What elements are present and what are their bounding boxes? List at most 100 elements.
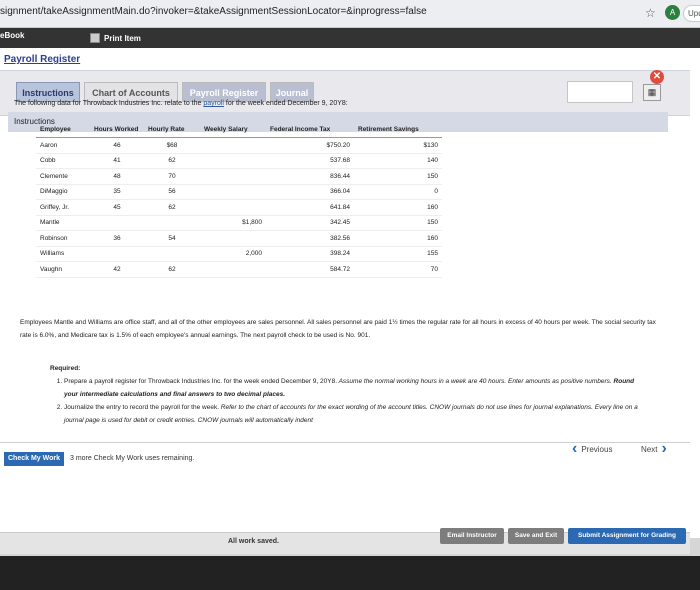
payroll-data-table: Employee Hours Worked Hourly Rate Weekly…	[36, 126, 442, 278]
cell: 584.72	[266, 261, 354, 278]
table-row: Griffey, Jr. 45 62 641.84 160	[36, 199, 442, 216]
cell: 70	[144, 168, 200, 185]
cell: 836.44	[266, 168, 354, 185]
tab-payroll-register[interactable]: Payroll Register	[182, 82, 266, 102]
cell: $750.20	[266, 137, 354, 154]
profile-avatar[interactable]: A	[665, 5, 680, 20]
required-item-2: Journalize the entry to record the payro…	[64, 401, 640, 427]
table-row: Mantle $1,800 342.45 150	[36, 215, 442, 231]
col-federal-income-tax: Federal Income Tax	[266, 126, 354, 138]
cell: Williams	[36, 246, 90, 262]
cell: 62	[144, 199, 200, 216]
cell: 42	[90, 261, 144, 278]
cell: 48	[90, 168, 144, 185]
required-title: Required:	[50, 365, 81, 372]
intro-before: The following data for Throwback Industr…	[14, 100, 204, 107]
chevron-left-icon: ‹	[572, 440, 578, 457]
cell: Griffey, Jr.	[36, 199, 90, 216]
cell	[200, 153, 266, 169]
required-list: Prepare a payroll register for Throwback…	[64, 375, 640, 427]
item2-plain: Journalize the entry to record the payro…	[64, 404, 219, 411]
table-header-row: Employee Hours Worked Hourly Rate Weekly…	[36, 126, 442, 138]
section-title: Instructions	[14, 117, 55, 126]
table-row: Robinson 36 54 382.56 160	[36, 230, 442, 247]
tab-journal[interactable]: Journal	[270, 82, 314, 102]
cell	[90, 246, 144, 262]
cell: 641.84	[266, 199, 354, 216]
next-button[interactable]: Next ›	[641, 441, 667, 457]
table-row: Aaron 46 $68 $750.20 $130	[36, 137, 442, 154]
cell: 36	[90, 230, 144, 247]
cell: 150	[354, 168, 442, 185]
tab-chart-of-accounts[interactable]: Chart of Accounts	[84, 82, 178, 102]
col-weekly-salary: Weekly Salary	[200, 126, 266, 138]
cell	[200, 184, 266, 200]
table-row: Cobb 41 62 537.68 140	[36, 153, 442, 169]
employee-notes-paragraph: Employees Mantle and Williams are office…	[20, 319, 656, 339]
payroll-link[interactable]: payroll	[203, 100, 224, 107]
cell: 56	[144, 184, 200, 200]
cell: 342.45	[266, 215, 354, 231]
table-row: Vaughn 42 62 584.72 70	[36, 261, 442, 278]
cell: 160	[354, 199, 442, 216]
cell: 2,000	[200, 246, 266, 262]
cell	[200, 137, 266, 154]
col-hourly-rate: Hourly Rate	[144, 126, 200, 138]
intro-text: The following data for Throwback Industr…	[14, 100, 348, 107]
cell: 62	[144, 153, 200, 169]
browser-url-bar: signment/takeAssignmentMain.do?invoker=&…	[0, 0, 700, 28]
cell: 382.56	[266, 230, 354, 247]
bookmark-star-icon[interactable]: ☆	[645, 6, 656, 20]
cell: Vaughn	[36, 261, 90, 278]
bottom-edge-strip	[0, 556, 700, 590]
table-row: Clemente 48 70 836.44 150	[36, 168, 442, 185]
col-hours-worked: Hours Worked	[90, 126, 144, 138]
submit-assignment-button[interactable]: Submit Assignment for Grading	[568, 528, 686, 544]
app-toolbar: eBook Print Item	[0, 28, 700, 48]
cell: 46	[90, 137, 144, 154]
chevron-right-icon: ›	[661, 440, 667, 457]
cell: 54	[144, 230, 200, 247]
cell: 150	[354, 215, 442, 231]
save-and-exit-button[interactable]: Save and Exit	[508, 528, 564, 544]
tab-instructions[interactable]: Instructions	[16, 82, 80, 102]
cell: 366.04	[266, 184, 354, 200]
item1-italic: Assume the normal working hours in a wee…	[337, 378, 614, 385]
print-item-button[interactable]: Print Item	[90, 30, 141, 46]
cell: 0	[354, 184, 442, 200]
cell: 35	[90, 184, 144, 200]
cell	[144, 215, 200, 231]
cell: Robinson	[36, 230, 90, 247]
ebook-link[interactable]: eBook	[0, 31, 24, 40]
cell	[200, 168, 266, 185]
email-instructor-button[interactable]: Email Instructor	[440, 528, 504, 544]
col-retirement-savings: Retirement Savings	[354, 126, 442, 138]
cell: 398.24	[266, 246, 354, 262]
cell: 537.68	[266, 153, 354, 169]
previous-label: Previous	[581, 444, 613, 454]
required-item-1: Prepare a payroll register for Throwback…	[64, 375, 640, 401]
cell	[200, 230, 266, 247]
previous-button[interactable]: ‹ Previous	[572, 441, 612, 457]
cell	[200, 261, 266, 278]
calculator-icon[interactable]: ▦	[643, 84, 661, 101]
table-row: Williams 2,000 398.24 155	[36, 246, 442, 262]
cell: $1,800	[200, 215, 266, 231]
cell: Aaron	[36, 137, 90, 154]
cell: 160	[354, 230, 442, 247]
cell: 41	[90, 153, 144, 169]
check-my-work-button[interactable]: Check My Work	[4, 452, 64, 466]
update-button[interactable]: Update	[683, 5, 700, 22]
url-text[interactable]: signment/takeAssignmentMain.do?invoker=&…	[0, 6, 427, 17]
cell: 155	[354, 246, 442, 262]
cell: 45	[90, 199, 144, 216]
check-remaining-text: 3 more Check My Work uses remaining.	[70, 455, 195, 462]
cell: DiMaggio	[36, 184, 90, 200]
print-icon	[90, 33, 100, 43]
cell: Mantle	[36, 215, 90, 231]
close-icon[interactable]: ✕	[650, 70, 664, 84]
col-employee: Employee	[36, 126, 90, 138]
cell: $68	[144, 137, 200, 154]
cell: 62	[144, 261, 200, 278]
cell: $130	[354, 137, 442, 154]
